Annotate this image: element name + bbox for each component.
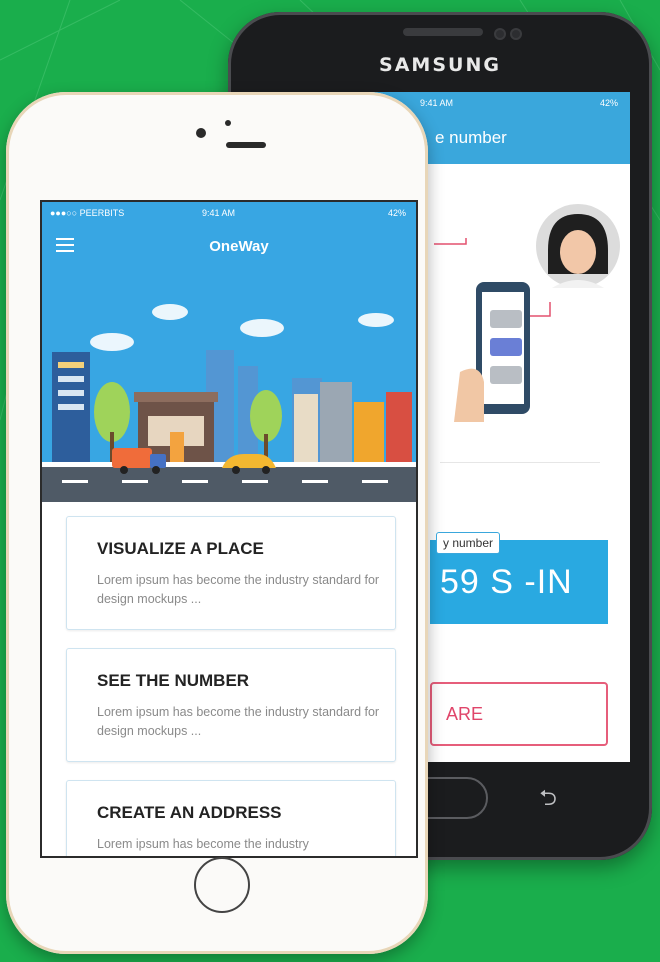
code-tag: y number — [436, 532, 501, 554]
back-icon[interactable]: ⮌ — [528, 780, 568, 816]
card-visualize-place[interactable]: VISUALIZE A PLACE Lorem ipsum has become… — [66, 516, 396, 630]
card-description: Lorem ipsum has become the industry stan… — [97, 705, 380, 738]
app-bar-title: e number — [435, 128, 507, 147]
card-create-address[interactable]: CREATE AN ADDRESS Lorem ipsum has become… — [66, 780, 396, 856]
status-battery: 42% — [387, 208, 406, 218]
earpiece — [226, 142, 266, 148]
city-illustration — [42, 304, 416, 502]
app-title: OneWay — [209, 238, 269, 255]
camera-icon — [512, 30, 520, 38]
share-button[interactable]: ARE — [430, 682, 608, 746]
card-title: SEE THE NUMBER — [97, 671, 250, 690]
avatar-icon — [536, 204, 620, 288]
home-button[interactable] — [194, 857, 250, 913]
sensor-icon — [496, 30, 504, 38]
status-bar: ●●●○○ PEERBITS 9:41 AM 42% — [42, 208, 416, 222]
header-banner: ●●●○○ PEERBITS 9:41 AM 42% OneWay — [42, 202, 416, 502]
iphone-screen: ●●●○○ PEERBITS 9:41 AM 42% OneWay VISUAL… — [40, 200, 418, 858]
earpiece — [403, 28, 483, 36]
status-battery: 42% — [599, 98, 618, 108]
card-description: Lorem ipsum has become the industry — [97, 837, 309, 851]
status-carrier: ●●●○○ PEERBITS — [50, 208, 125, 218]
iphone: ●●●○○ PEERBITS 9:41 AM 42% OneWay VISUAL… — [6, 92, 428, 954]
card-see-number[interactable]: SEE THE NUMBER Lorem ipsum has become th… — [66, 648, 396, 762]
card-description: Lorem ipsum has become the industry stan… — [97, 573, 380, 606]
card-title: CREATE AN ADDRESS — [97, 803, 282, 822]
status-time: 9:41 AM — [420, 98, 454, 108]
brand-logo: SAMSUNG — [379, 54, 501, 76]
phone-chat-illustration — [434, 204, 620, 422]
camera-icon — [196, 128, 206, 138]
status-time: 9:41 AM — [202, 208, 236, 218]
sensor-icon — [225, 120, 231, 126]
divider — [440, 462, 600, 463]
card-title: VISUALIZE A PLACE — [97, 539, 264, 558]
